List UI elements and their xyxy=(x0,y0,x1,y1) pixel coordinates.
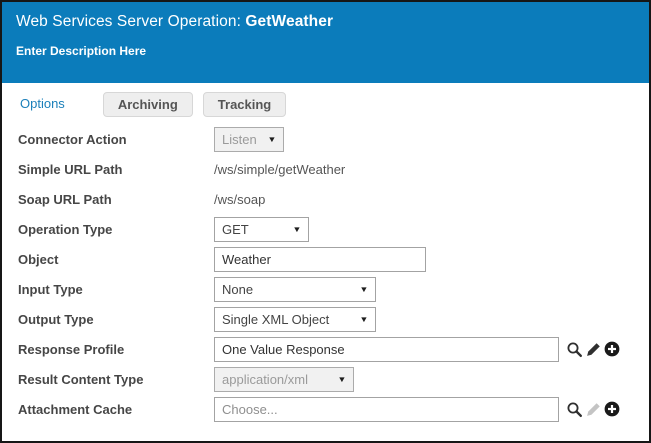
tab-options[interactable]: Options xyxy=(16,92,85,115)
caret-down-icon: ▼ xyxy=(359,284,369,294)
panel-header: Web Services Server Operation: GetWeathe… xyxy=(2,2,649,83)
operation-type-value: GET xyxy=(222,221,249,237)
object-input[interactable] xyxy=(214,246,426,272)
page-title-prefix: Web Services Server Operation: xyxy=(16,13,246,30)
page-title: Web Services Server Operation: GetWeathe… xyxy=(16,13,635,31)
soap-url-path-label: Soap URL Path xyxy=(18,191,112,207)
tab-bar: Options Archiving Tracking xyxy=(16,92,649,117)
result-content-type-select: application/xml ▼ xyxy=(214,366,354,392)
add-icon[interactable] xyxy=(603,400,621,418)
form-row-simple-url-path: Simple URL Path /ws/simple/getWeather xyxy=(2,154,649,184)
attachment-cache-input[interactable] xyxy=(214,396,559,422)
soap-url-path-value: /ws/soap xyxy=(214,191,266,207)
form-row-attachment-cache: Attachment Cache xyxy=(2,394,649,424)
form-row-object: Object xyxy=(2,244,649,274)
form-row-response-profile: Response Profile xyxy=(2,334,649,364)
description-placeholder[interactable]: Enter Description Here xyxy=(16,44,635,58)
output-type-label: Output Type xyxy=(18,311,94,327)
operation-type-select[interactable]: GET ▼ xyxy=(214,216,309,242)
result-content-type-label: Result Content Type xyxy=(18,371,144,387)
form-row-soap-url-path: Soap URL Path /ws/soap xyxy=(2,184,649,214)
connector-action-value: Listen xyxy=(222,131,257,147)
attachment-cache-actions xyxy=(564,400,621,418)
caret-down-icon: ▼ xyxy=(267,134,277,144)
options-form: Connector Action Listen ▼ Simple URL Pat… xyxy=(2,124,649,424)
operation-panel: Web Services Server Operation: GetWeathe… xyxy=(0,0,651,443)
simple-url-path-value: /ws/simple/getWeather xyxy=(214,161,346,177)
response-profile-input[interactable] xyxy=(214,336,559,362)
tab-archiving[interactable]: Archiving xyxy=(102,92,193,117)
form-row-operation-type: Operation Type GET ▼ xyxy=(2,214,649,244)
response-profile-label: Response Profile xyxy=(18,341,125,357)
caret-down-icon: ▼ xyxy=(337,374,347,384)
input-type-label: Input Type xyxy=(18,281,83,297)
caret-down-icon: ▼ xyxy=(359,314,369,324)
form-row-output-type: Output Type Single XML Object ▼ xyxy=(2,304,649,334)
output-type-select[interactable]: Single XML Object ▼ xyxy=(214,306,376,332)
input-type-value: None xyxy=(222,281,254,297)
form-row-input-type: Input Type None ▼ xyxy=(2,274,649,304)
form-row-result-content-type: Result Content Type application/xml ▼ xyxy=(2,364,649,394)
tab-tracking[interactable]: Tracking xyxy=(202,92,287,117)
add-icon[interactable] xyxy=(603,340,621,358)
simple-url-path-label: Simple URL Path xyxy=(18,161,123,177)
search-icon[interactable] xyxy=(565,400,583,418)
result-content-type-value: application/xml xyxy=(222,371,308,387)
connector-action-label: Connector Action xyxy=(18,131,127,147)
attachment-cache-label: Attachment Cache xyxy=(18,401,133,417)
edit-pencil-icon[interactable] xyxy=(584,340,602,358)
operation-name: GetWeather xyxy=(245,13,334,30)
object-label: Object xyxy=(18,251,59,267)
search-icon[interactable] xyxy=(565,340,583,358)
input-type-select[interactable]: None ▼ xyxy=(214,276,376,302)
edit-pencil-icon-disabled xyxy=(584,400,602,418)
connector-action-select: Listen ▼ xyxy=(214,126,284,152)
caret-down-icon: ▼ xyxy=(292,224,302,234)
form-row-connector-action: Connector Action Listen ▼ xyxy=(2,124,649,154)
response-profile-actions xyxy=(564,340,621,358)
operation-type-label: Operation Type xyxy=(18,221,113,237)
output-type-value: Single XML Object xyxy=(222,311,330,327)
